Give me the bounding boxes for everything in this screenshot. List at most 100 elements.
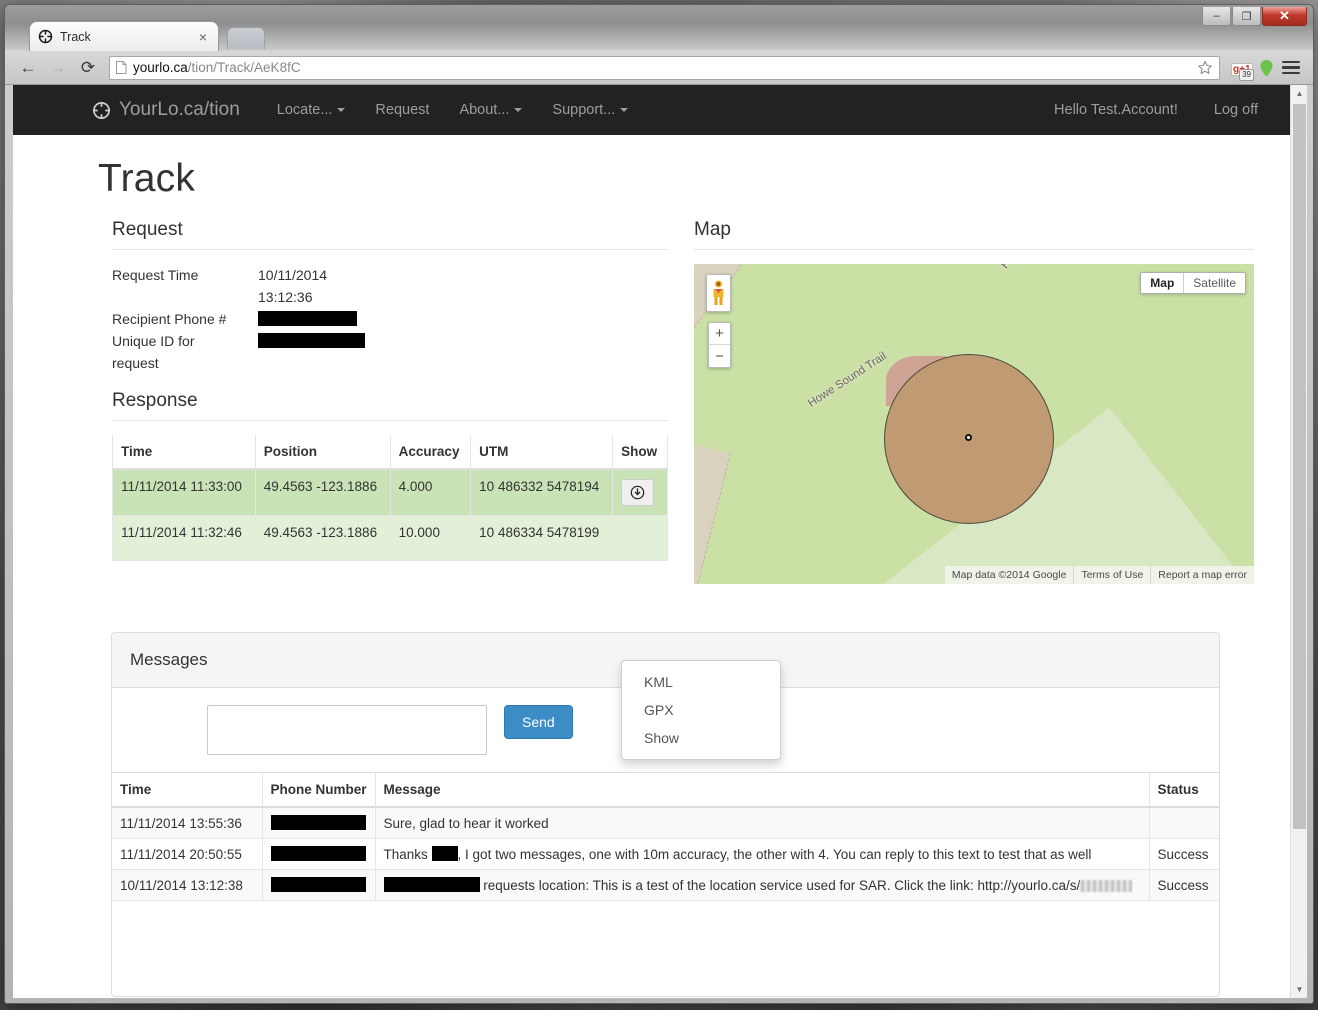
cell-utm: 10 486334 5478199 [471,516,613,561]
message-text: Sure, glad to hear it worked [384,816,549,831]
window-minimize-button[interactable]: – [1202,7,1231,26]
cell-show [613,516,668,561]
window-controls: – ❐ ✕ [1201,7,1307,26]
table-row[interactable]: 11/11/2014 11:33:00 49.4563 -123.1886 4.… [113,469,668,516]
brand-text: YourLo.ca/tion [119,99,240,121]
map-canvas[interactable]: Howe Sound Trail H [694,264,1254,584]
logoff-link[interactable]: Log off [1196,102,1276,118]
page-body: Track Request Request Time Recipient Pho… [13,157,1290,998]
map-type-satellite-button[interactable]: Satellite [1184,273,1245,293]
browser-menu-icon[interactable] [1282,61,1300,75]
cell-message: Thanks , I got two messages, one with 10… [375,839,1149,870]
cell-time: 11/11/2014 11:33:00 [113,469,256,516]
divider [112,420,668,421]
back-icon[interactable]: ← [13,55,43,81]
cell-show [613,469,668,516]
street-view-pegman-icon[interactable] [706,274,731,312]
cell-message: Sure, glad to hear it worked [375,807,1149,839]
brand-logo[interactable]: YourLo.ca/tion [92,99,240,121]
nav-item-request[interactable]: Request [360,102,444,118]
map-type-map-button[interactable]: Map [1141,273,1184,293]
map-attribution: Map data ©2014 Google [945,566,1074,584]
nav-item-about-label: About... [459,102,509,118]
request-heading: Request [112,219,668,241]
map-widget[interactable]: Howe Sound Trail H [694,264,1254,584]
window-maximize-button[interactable]: ❐ [1232,7,1261,26]
tab-close-icon[interactable]: × [196,29,210,45]
label-request-time: Request Time [112,264,258,286]
content-columns: Request Request Time Recipient Phone # U… [13,219,1290,584]
cell-accuracy: 10.000 [390,516,471,561]
address-bar[interactable]: yourlo.ca/tion/Track/AeK8fC [109,56,1220,80]
response-heading: Response [112,390,668,412]
col-accuracy: Accuracy [390,435,471,469]
zoom-in-button[interactable]: + [709,323,730,345]
bookmark-star-icon[interactable] [1197,60,1213,76]
forward-icon[interactable]: → [43,55,73,81]
map-pin-extension-icon[interactable] [1259,59,1274,77]
cell-phone [262,870,375,901]
table-header-row: Time Phone Number Message Status [112,773,1219,808]
map-trail-path-lower [694,424,731,584]
table-row[interactable]: 11/11/2014 11:32:46 49.4563 -123.1886 10… [113,516,668,561]
response-table: Time Position Accuracy UTM Show 11/11/20… [112,435,668,561]
browser-toolbar: ← → ⟳ yourlo.ca/tion/Track/AeK8fC g+1 39 [5,51,1313,85]
send-button[interactable]: Send [504,705,573,739]
cell-accuracy: 4.000 [390,469,471,516]
request-detail-values: 10/11/2014 13:12:36 [258,264,668,374]
dropdown-item-show[interactable]: Show [622,724,780,752]
map-heading: Map [694,219,1254,241]
table-row[interactable]: 11/11/2014 20:50:55 Thanks , I got two m… [112,839,1219,870]
left-column: Request Request Time Recipient Phone # U… [98,219,668,584]
table-row[interactable]: 11/11/2014 13:55:36 Sure, glad to hear i… [112,807,1219,839]
page-title: Track [98,157,1290,201]
browser-viewport: YourLo.ca/tion Locate... Request About..… [13,85,1307,998]
dropdown-item-kml[interactable]: KML [622,668,780,696]
divider [694,249,1254,250]
cell-message: requests location: This is a test of the… [375,870,1149,901]
cell-utm: 10 486332 5478194 [471,469,613,516]
pegman-icon [711,280,726,306]
gplus-extension-icon[interactable]: g+1 39 [1231,59,1251,77]
show-dropdown-menu[interactable]: KML GPX Show [621,660,781,760]
value-request-date: 10/11/2014 [258,264,668,286]
tab-title: Track [60,30,196,44]
scrollbar-thumb[interactable] [1293,104,1306,829]
request-detail-terms: Request Time Recipient Phone # Unique ID… [112,264,258,374]
account-greeting[interactable]: Hello Test.Account! [1036,102,1196,118]
value-unique-id [258,330,668,352]
nav-item-locate[interactable]: Locate... [262,102,361,118]
col-position: Position [255,435,390,469]
map-credits: Map data ©2014 Google Terms of Use Repor… [945,566,1254,584]
map-zoom-controls[interactable]: + − [708,322,731,368]
map-type-switcher[interactable]: Map Satellite [1140,272,1246,294]
cell-phone [262,839,375,870]
reload-icon[interactable]: ⟳ [73,55,103,81]
browser-tab[interactable]: Track × [29,21,219,51]
scroll-down-arrow-icon[interactable]: ▼ [1291,981,1307,998]
map-terms-link[interactable]: Terms of Use [1073,566,1150,584]
gplus-count: 39 [1239,69,1254,81]
show-dropdown-button[interactable] [621,479,654,506]
col-show: Show [613,435,668,469]
browser-tab-strip: Track × – ❐ ✕ [5,5,1313,51]
cell-position: 49.4563 -123.1886 [255,516,390,561]
message-text-post: requests location: This is a test of the… [483,878,1080,893]
table-row[interactable]: 10/11/2014 13:12:38 requests location: T… [112,870,1219,901]
dropdown-item-gpx[interactable]: GPX [622,696,780,724]
nav-item-about[interactable]: About... [444,102,537,118]
scroll-up-arrow-icon[interactable]: ▲ [1291,85,1307,102]
page-scrollbar[interactable]: ▲ ▼ [1290,85,1307,998]
zoom-out-button[interactable]: − [709,345,730,367]
site-navbar: YourLo.ca/tion Locate... Request About..… [13,85,1290,135]
messages-table: Time Phone Number Message Status 11/11/2… [112,772,1219,901]
nav-item-support[interactable]: Support... [537,102,643,118]
value-request-clock: 13:12:36 [258,286,668,308]
cell-status: Success [1149,870,1219,901]
extension-icons: g+1 39 [1226,59,1305,77]
window-close-button[interactable]: ✕ [1262,7,1307,26]
chevron-down-icon [620,108,628,112]
map-report-error-link[interactable]: Report a map error [1150,566,1254,584]
message-input[interactable] [207,705,487,755]
new-tab-button[interactable] [227,27,265,49]
